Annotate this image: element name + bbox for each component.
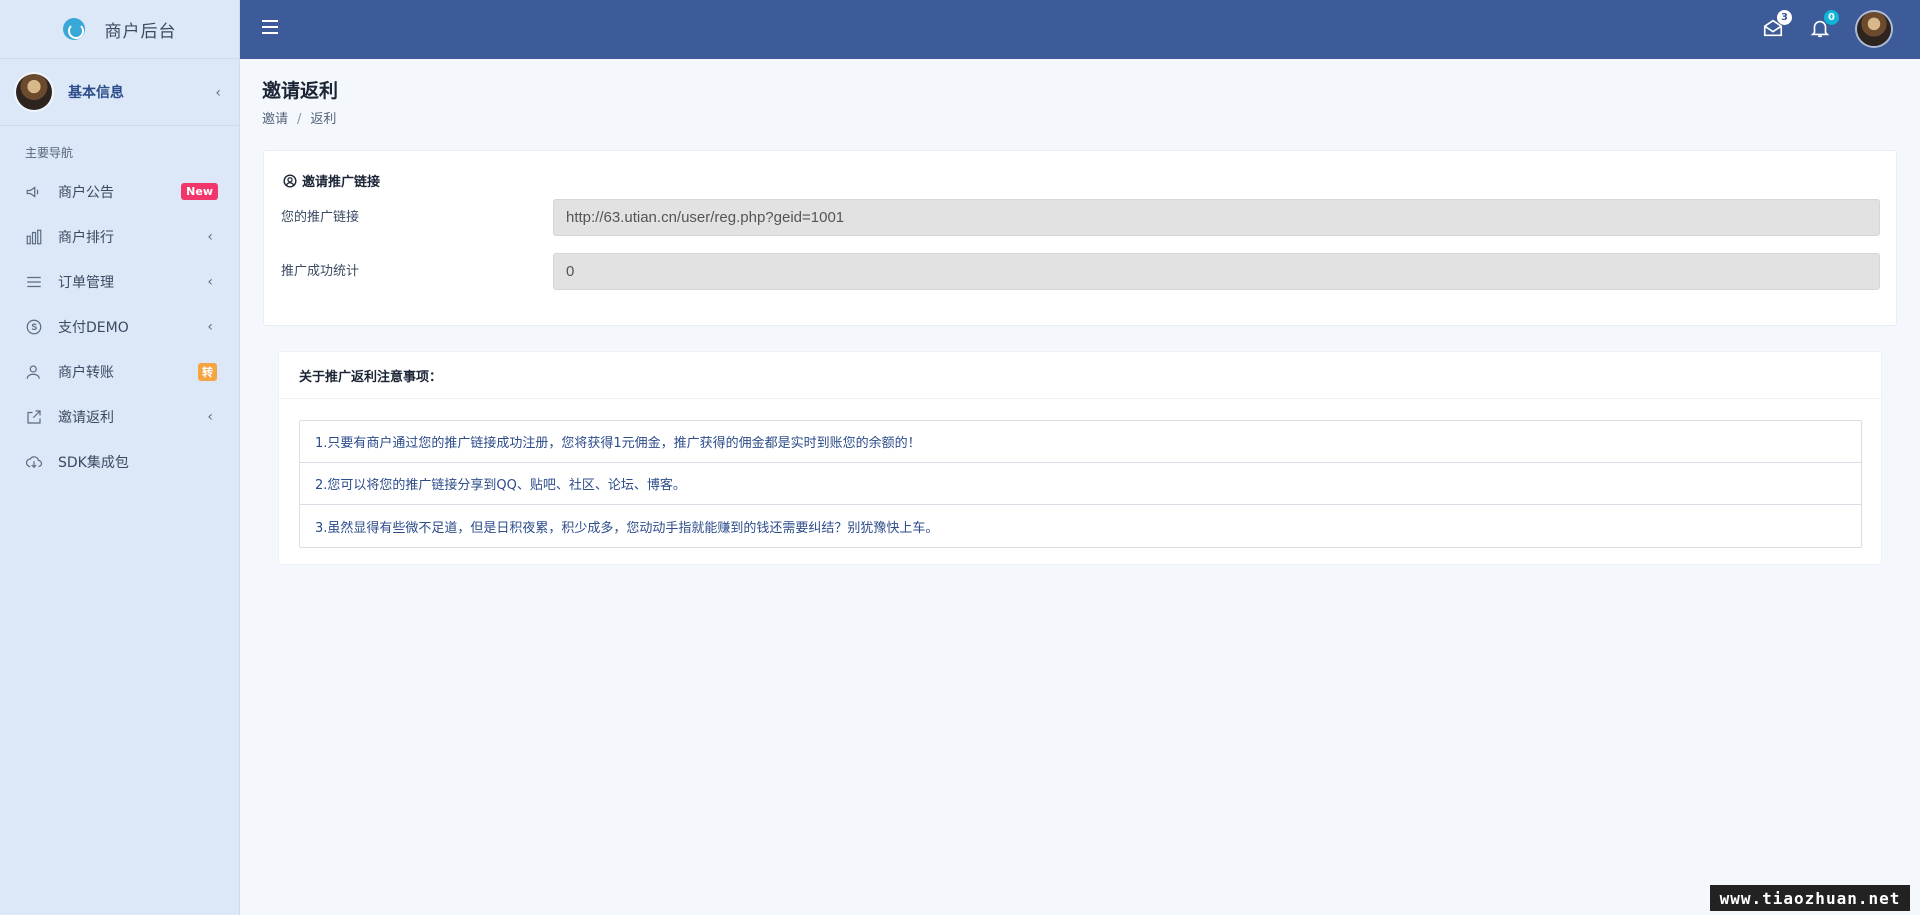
invite-stats-label: 推广成功统计 bbox=[281, 264, 360, 279]
user-panel[interactable]: 基本信息 ‹ bbox=[0, 59, 239, 126]
mail-count-badge: 3 bbox=[1777, 10, 1792, 25]
breadcrumb: 邀请 / 返利 bbox=[262, 108, 336, 127]
notes-card-title: 关于推广返利注意事项： bbox=[279, 352, 1881, 399]
transfer-badge: 转 bbox=[198, 362, 217, 381]
sidebar: 商户后台 基本信息 ‹ 主要导航 商户公告 New 商户排行 ‹ 订单管理 ‹ … bbox=[0, 0, 240, 915]
invite-notes-card: 关于推广返利注意事项： 1.只要有商户通过您的推广链接成功注册，您将获得1元佣金… bbox=[278, 351, 1882, 565]
invite-link-field[interactable] bbox=[553, 199, 1880, 236]
breadcrumb-item: 返利 bbox=[310, 112, 337, 127]
sidebar-item-pay-demo[interactable]: 支付DEMO ‹ bbox=[0, 304, 239, 349]
list-item: 2.您可以将您的推广链接分享到QQ、贴吧、社区、论坛、博客。 bbox=[300, 463, 1861, 505]
breadcrumb-item[interactable]: 邀请 bbox=[262, 112, 288, 127]
top-user-avatar[interactable] bbox=[1857, 12, 1891, 46]
notes-list: 1.只要有商户通过您的推广链接成功注册，您将获得1元佣金，推广获得的佣金都是实时… bbox=[299, 420, 1862, 548]
new-badge: New bbox=[181, 183, 218, 200]
megaphone-icon bbox=[24, 182, 44, 202]
mail-button[interactable]: 3 bbox=[1762, 10, 1792, 41]
user-circle-icon bbox=[283, 173, 297, 188]
share-icon bbox=[24, 407, 44, 427]
sidebar-item-ranking[interactable]: 商户排行 ‹ bbox=[0, 214, 239, 259]
chevron-left-icon: ‹ bbox=[207, 273, 213, 290]
card-title: 邀请推广链接 bbox=[283, 171, 380, 190]
watermark: www.tiaozhuan.net bbox=[1710, 885, 1910, 911]
sidebar-item-announcements[interactable]: 商户公告 New bbox=[0, 169, 239, 214]
nav-section-header: 主要导航 bbox=[25, 146, 74, 160]
list-item: 1.只要有商户通过您的推广链接成功注册，您将获得1元佣金，推广获得的佣金都是实时… bbox=[300, 421, 1861, 463]
skype-icon bbox=[24, 317, 44, 337]
brand-logo-icon bbox=[62, 18, 85, 40]
sidebar-item-transfer[interactable]: 商户转账 转 bbox=[0, 349, 239, 394]
page-title: 邀请返利 bbox=[262, 80, 339, 102]
user-avatar bbox=[16, 74, 52, 110]
sidebar-item-label: SDK集成包 bbox=[58, 454, 129, 471]
sidebar-item-orders[interactable]: 订单管理 ‹ bbox=[0, 259, 239, 304]
sidebar-item-label: 商户转账 bbox=[58, 364, 114, 381]
sidebar-item-label: 支付DEMO bbox=[58, 319, 129, 336]
list-item: 3.虽然显得有些微不足道，但是日积夜累，积少成多，您动动手指就能赚到的钱还需要纠… bbox=[315, 520, 939, 536]
notification-button[interactable]: 0 bbox=[1809, 10, 1839, 41]
invite-stats-field[interactable] bbox=[553, 253, 1880, 290]
chevron-left-icon: ‹ bbox=[207, 318, 213, 335]
chevron-left-icon: ‹ bbox=[207, 408, 213, 425]
sidebar-item-label: 邀请返利 bbox=[58, 409, 114, 426]
invite-link-card: 邀请推广链接 您的推广链接 推广成功统计 bbox=[263, 150, 1897, 326]
breadcrumb-separator: / bbox=[297, 112, 302, 127]
sidebar-item-invite[interactable]: 邀请返利 ‹ bbox=[0, 394, 239, 439]
sidebar-item-sdk[interactable]: SDK集成包 bbox=[0, 439, 239, 484]
user-icon bbox=[24, 362, 44, 382]
sidebar-item-label: 商户排行 bbox=[58, 229, 114, 246]
sidebar-item-label: 商户公告 bbox=[58, 184, 114, 201]
topbar: 3 0 bbox=[240, 0, 1920, 59]
notification-count-badge: 0 bbox=[1824, 10, 1839, 25]
brand[interactable]: 商户后台 bbox=[0, 0, 239, 59]
chevron-left-icon: ‹ bbox=[215, 85, 221, 101]
brand-title: 商户后台 bbox=[104, 21, 177, 42]
chevron-left-icon: ‹ bbox=[207, 228, 213, 245]
sidebar-item-label: 订单管理 bbox=[58, 274, 114, 291]
card-title-text: 邀请推广链接 bbox=[302, 175, 381, 190]
user-info-label: 基本信息 bbox=[68, 85, 124, 101]
invite-link-label: 您的推广链接 bbox=[281, 210, 360, 225]
list-icon bbox=[24, 272, 44, 292]
bar-chart-icon bbox=[24, 227, 44, 247]
cloud-download-icon bbox=[24, 452, 44, 472]
menu-toggle-icon[interactable] bbox=[262, 20, 278, 34]
